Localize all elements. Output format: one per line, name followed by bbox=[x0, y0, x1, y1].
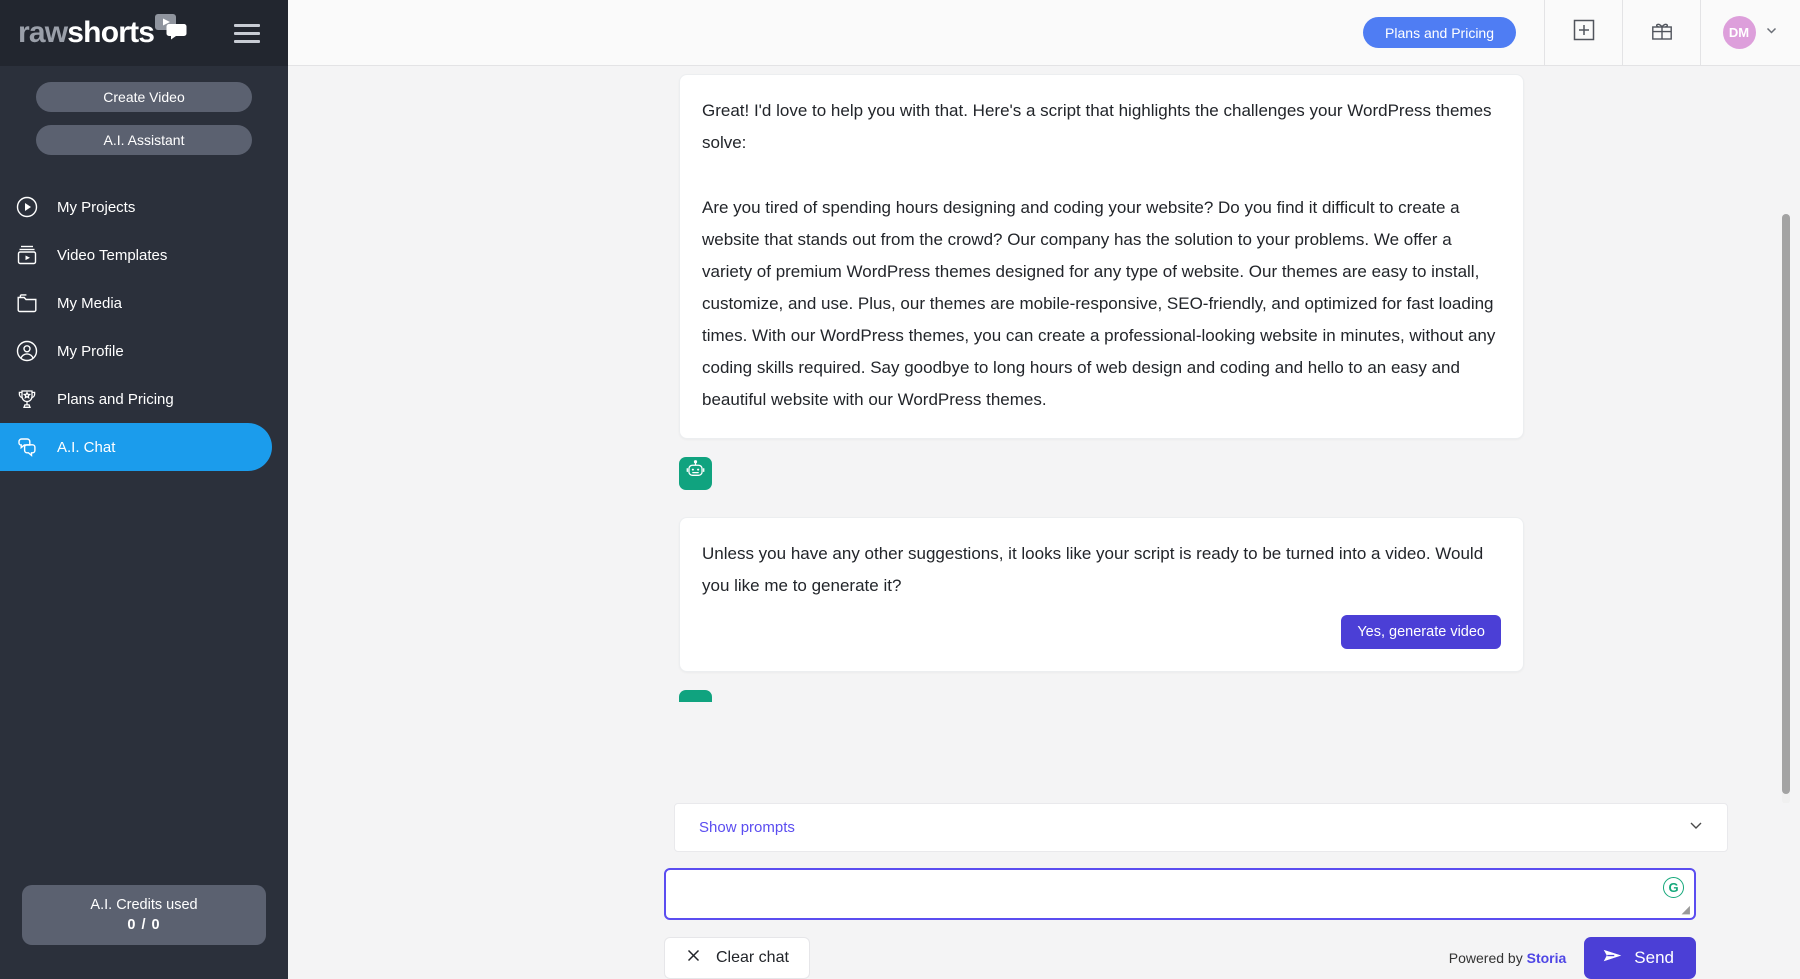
message-input[interactable] bbox=[666, 870, 1694, 918]
plans-button-wrap: Plans and Pricing bbox=[1335, 0, 1544, 65]
show-prompts-bar[interactable]: Show prompts bbox=[674, 803, 1728, 852]
message-input-wrap: G ◢ bbox=[664, 868, 1696, 920]
sidebar-header: rawshorts bbox=[0, 0, 288, 66]
textarea-resize-handle[interactable]: ◢ bbox=[1682, 903, 1690, 916]
grammarly-icon[interactable]: G bbox=[1663, 877, 1684, 898]
chat-bubbles-icon bbox=[14, 434, 40, 460]
sidebar-item-my-media[interactable]: My Media bbox=[0, 279, 272, 327]
powered-by-prefix: Powered by bbox=[1449, 950, 1527, 966]
chat-scrollbar[interactable] bbox=[1782, 214, 1790, 803]
avatar: DM bbox=[1723, 16, 1756, 49]
sidebar-nav: My Projects Video Templates bbox=[0, 183, 288, 471]
powered-by-brand: Storia bbox=[1527, 950, 1567, 966]
sidebar-item-label: My Media bbox=[57, 295, 122, 312]
show-prompts-label: Show prompts bbox=[699, 819, 795, 836]
message-paragraph: Are you tired of spending hours designin… bbox=[702, 192, 1501, 416]
play-chat-icon bbox=[155, 14, 187, 45]
logo-text-raw: raw bbox=[18, 16, 67, 49]
sidebar-spacer bbox=[0, 471, 288, 885]
sidebar-actions: Create Video A.I. Assistant bbox=[0, 66, 288, 161]
sidebar-item-video-templates[interactable]: Video Templates bbox=[0, 231, 272, 279]
chat-message-bubble: Great! I'd love to help you with that. H… bbox=[679, 74, 1524, 439]
chat-scroll-region: Great! I'd love to help you with that. H… bbox=[288, 66, 1800, 803]
chevron-down-icon bbox=[1764, 23, 1779, 43]
trophy-icon bbox=[14, 386, 40, 412]
folder-icon bbox=[14, 290, 40, 316]
topbar: Plans and Pricing bbox=[288, 0, 1800, 66]
video-templates-icon bbox=[14, 242, 40, 268]
ai-credits-panel: A.I. Credits used 0 / 0 bbox=[22, 885, 266, 945]
sidebar: rawshorts Create Video A.I. Assistant bbox=[0, 0, 288, 979]
close-x-icon bbox=[685, 947, 702, 969]
composer-bottom-row: Clear chat Powered by Storia Send bbox=[288, 920, 1800, 979]
main-area: Plans and Pricing bbox=[288, 0, 1800, 979]
chevron-down-icon bbox=[1687, 816, 1705, 839]
sidebar-item-label: My Profile bbox=[57, 343, 124, 360]
gift-button[interactable] bbox=[1622, 0, 1700, 65]
assistant-avatar bbox=[679, 457, 712, 490]
composer-right-group: Powered by Storia Send bbox=[1449, 937, 1696, 979]
ai-credits-value: 0 / 0 bbox=[22, 917, 266, 933]
add-button[interactable] bbox=[1544, 0, 1622, 65]
sidebar-item-my-profile[interactable]: My Profile bbox=[0, 327, 272, 375]
play-circle-icon bbox=[14, 194, 40, 220]
create-video-button[interactable]: Create Video bbox=[36, 82, 252, 112]
ai-assistant-button[interactable]: A.I. Assistant bbox=[36, 125, 252, 155]
paper-plane-icon bbox=[1602, 945, 1623, 971]
rawshorts-logo[interactable]: rawshorts bbox=[18, 18, 187, 48]
clear-chat-label: Clear chat bbox=[716, 949, 789, 967]
sidebar-item-my-projects[interactable]: My Projects bbox=[0, 183, 272, 231]
sidebar-item-plans-and-pricing[interactable]: Plans and Pricing bbox=[0, 375, 272, 423]
composer: Show prompts G ◢ bbox=[288, 803, 1800, 979]
sidebar-item-label: My Projects bbox=[57, 199, 135, 216]
sidebar-item-label: Plans and Pricing bbox=[57, 391, 174, 408]
plus-square-icon bbox=[1571, 17, 1597, 48]
assistant-avatar-partial bbox=[679, 690, 712, 702]
user-menu[interactable]: DM bbox=[1700, 0, 1800, 65]
ai-credits-title: A.I. Credits used bbox=[22, 896, 266, 916]
robot-icon bbox=[685, 460, 706, 486]
generate-video-button[interactable]: Yes, generate video bbox=[1341, 615, 1501, 649]
gift-icon bbox=[1649, 17, 1675, 48]
logo-text-shorts: shorts bbox=[67, 16, 154, 49]
user-circle-icon bbox=[14, 338, 40, 364]
chat-messages-list: Great! I'd love to help you with that. H… bbox=[288, 66, 1800, 803]
clear-chat-button[interactable]: Clear chat bbox=[664, 937, 810, 979]
message-input-row: G ◢ bbox=[288, 852, 1800, 920]
sidebar-item-label: A.I. Chat bbox=[57, 439, 115, 456]
send-button[interactable]: Send bbox=[1584, 937, 1696, 979]
hamburger-icon[interactable] bbox=[230, 20, 264, 47]
message-paragraph: Unless you have any other suggestions, i… bbox=[702, 538, 1501, 602]
message-paragraph: Great! I'd love to help you with that. H… bbox=[702, 95, 1501, 159]
send-label: Send bbox=[1634, 948, 1674, 968]
sidebar-item-ai-chat[interactable]: A.I. Chat bbox=[0, 423, 272, 471]
sidebar-item-label: Video Templates bbox=[57, 247, 167, 264]
app-root: rawshorts Create Video A.I. Assistant bbox=[0, 0, 1800, 979]
plans-and-pricing-button[interactable]: Plans and Pricing bbox=[1363, 17, 1516, 48]
chat-scrollbar-thumb[interactable] bbox=[1782, 214, 1790, 794]
chat-message-bubble: Unless you have any other suggestions, i… bbox=[679, 517, 1524, 673]
powered-by-label: Powered by Storia bbox=[1449, 950, 1567, 966]
